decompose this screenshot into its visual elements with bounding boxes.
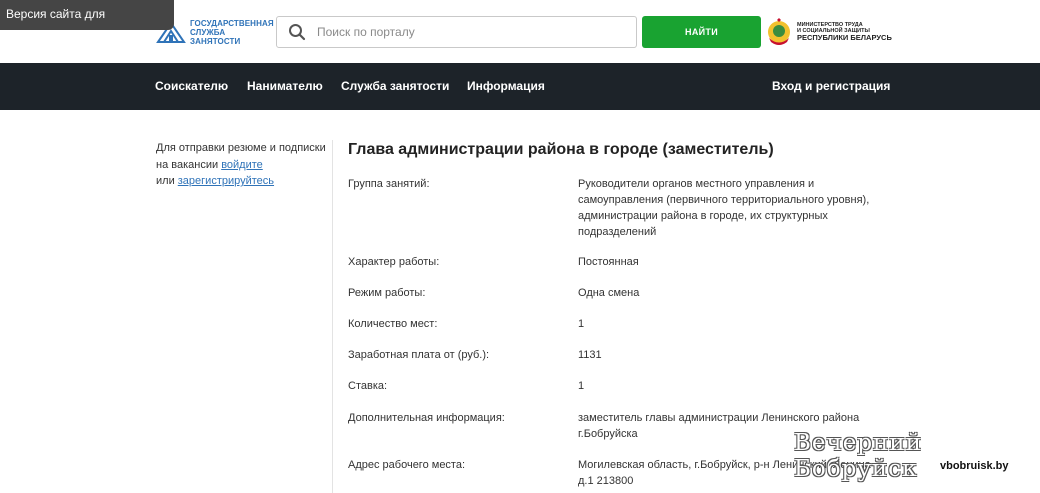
nav-login-register[interactable]: Вход и регистрация bbox=[772, 63, 890, 110]
search-box bbox=[276, 16, 637, 48]
detail-value: 1 bbox=[578, 380, 585, 392]
main-nav: Соискателю Нанимателю Служба занятости И… bbox=[0, 63, 1040, 110]
ministry-text: МИНИСТЕРСТВО ТРУДА И СОЦИАЛЬНОЙ ЗАЩИТЫ Р… bbox=[797, 22, 892, 42]
register-link[interactable]: зарегистрируйтесь bbox=[178, 175, 274, 187]
vacancy-title: Глава администрации района в городе (зам… bbox=[348, 141, 774, 158]
detail-label: Группа занятий: bbox=[348, 178, 430, 190]
nav-item-employer[interactable]: Нанимателю bbox=[247, 63, 323, 110]
employment-service-logo[interactable]: ГОСУДАРСТВЕННАЯ СЛУЖБА ЗАНЯТОСТИ bbox=[156, 18, 276, 46]
state-emblem-icon bbox=[768, 18, 790, 45]
sidebar-text-or: или bbox=[156, 175, 178, 187]
detail-label: Ставка: bbox=[348, 380, 388, 392]
search-icon bbox=[277, 17, 317, 47]
watermark-url: vbobruisk.by bbox=[940, 460, 1009, 472]
detail-value: Одна смена bbox=[578, 287, 640, 299]
login-link[interactable]: войдите bbox=[221, 159, 263, 171]
detail-label: Адрес рабочего места: bbox=[348, 459, 466, 471]
detail-value: 1 bbox=[578, 318, 585, 330]
detail-label: Количество мест: bbox=[348, 318, 438, 330]
detail-label: Режим работы: bbox=[348, 287, 426, 299]
ministry-logo[interactable]: МИНИСТЕРСТВО ТРУДА И СОЦИАЛЬНОЙ ЗАЩИТЫ Р… bbox=[766, 17, 892, 47]
accessibility-version-link[interactable]: Версия сайта для слабовидящих bbox=[0, 0, 174, 49]
logo-text: ГОСУДАРСТВЕННАЯ СЛУЖБА ЗАНЯТОСТИ bbox=[190, 18, 274, 46]
nav-item-information[interactable]: Информация bbox=[467, 63, 545, 110]
nav-item-employment-service[interactable]: Служба занятости bbox=[341, 63, 449, 110]
search-input[interactable] bbox=[317, 18, 636, 46]
sidebar-login-prompt: Для отправки резюме и подписки на ваканс… bbox=[156, 140, 326, 190]
detail-label: Дополнительная информация: bbox=[348, 412, 505, 424]
detail-value: 1131 bbox=[578, 349, 602, 361]
detail-label: Заработная плата от (руб.): bbox=[348, 349, 490, 361]
detail-value: Постоянная bbox=[578, 256, 639, 268]
nav-item-job-seeker[interactable]: Соискателю bbox=[155, 63, 228, 110]
detail-label: Характер работы: bbox=[348, 256, 440, 268]
detail-value: Руководители органов местного управления… bbox=[578, 178, 870, 238]
content-divider bbox=[332, 140, 333, 493]
search-button[interactable]: НАЙТИ bbox=[642, 16, 761, 48]
watermark-title: Вечерний Бобруйск bbox=[794, 430, 923, 482]
